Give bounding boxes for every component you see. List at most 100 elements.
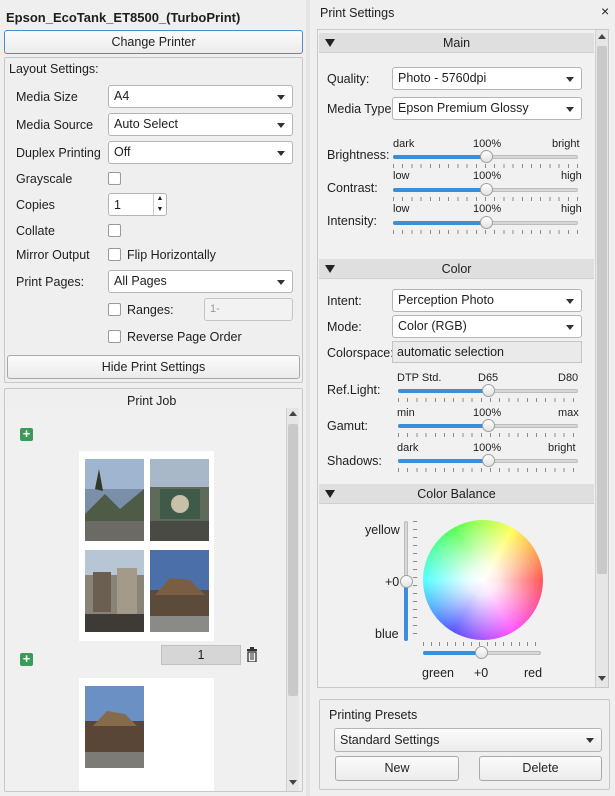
photo-thumbnail: [85, 550, 144, 632]
reverse-order-checkbox[interactable]: [108, 330, 121, 343]
ranges-checkbox[interactable]: [108, 303, 121, 316]
mode-select[interactable]: Color (RGB): [392, 315, 582, 338]
flip-horizontally-label[interactable]: Flip Horizontally: [127, 248, 216, 262]
page-thumbnail[interactable]: [79, 678, 214, 791]
printer-name: Epson_EcoTank_ET8500_(TurboPrint): [6, 10, 241, 25]
chevron-down-icon: [277, 123, 285, 128]
reflight-mid-label: D65: [478, 372, 499, 384]
media-size-select[interactable]: A4: [108, 85, 293, 108]
contrast-max-label: high: [561, 170, 582, 182]
grayscale-checkbox[interactable]: [108, 172, 121, 185]
delete-preset-button[interactable]: Delete: [479, 756, 602, 781]
ranges-input[interactable]: 1-: [204, 298, 293, 321]
shadows-min-label: dark: [397, 442, 419, 454]
layout-settings-header: Layout Settings:: [9, 62, 99, 76]
chevron-down-icon: [277, 151, 285, 156]
media-source-label: Media Source: [16, 118, 94, 132]
page-thumbnail[interactable]: [79, 451, 214, 641]
slider-handle[interactable]: [482, 384, 495, 397]
intensity-min-label: low: [393, 203, 410, 215]
settings-scrollbar[interactable]: [595, 30, 608, 687]
media-size-label: Media Size: [16, 90, 78, 104]
flip-horizontally-checkbox[interactable]: [108, 248, 121, 261]
print-job-list[interactable]: + 1 +: [6, 408, 285, 791]
photo-thumbnail: [85, 686, 144, 768]
spin-down-icon[interactable]: ▼: [153, 204, 166, 215]
page-copies-field[interactable]: 1: [161, 645, 241, 665]
collate-checkbox[interactable]: [108, 224, 121, 237]
slider-handle[interactable]: [479, 183, 493, 196]
scrollbar-thumb[interactable]: [288, 424, 298, 696]
scroll-down-icon[interactable]: [598, 676, 606, 681]
chevron-down-icon: [566, 107, 574, 112]
brightness-max-label: bright: [552, 138, 580, 150]
add-page-icon[interactable]: +: [20, 427, 33, 441]
yellow-label: yellow: [365, 523, 400, 537]
duplex-select[interactable]: Off: [108, 141, 293, 164]
spin-up-icon[interactable]: ▲: [153, 194, 166, 204]
mirror-output-label: Mirror Output: [16, 248, 90, 262]
color-section-header[interactable]: Color: [319, 259, 594, 279]
trash-icon[interactable]: [246, 647, 258, 662]
change-printer-button[interactable]: Change Printer: [4, 30, 303, 54]
print-pages-select[interactable]: All Pages: [108, 270, 293, 293]
slider-handle[interactable]: [482, 454, 495, 467]
quality-select[interactable]: Photo - 5760dpi: [392, 67, 582, 90]
new-preset-button[interactable]: New: [335, 756, 459, 781]
yellow-blue-slider[interactable]: [400, 521, 419, 641]
horizontal-zero-label: +0: [474, 666, 489, 680]
print-job-scrollbar[interactable]: [286, 408, 299, 791]
chevron-down-icon: [566, 299, 574, 304]
gamut-max-label: max: [558, 407, 579, 419]
slider-handle[interactable]: [475, 646, 488, 659]
slider-handle[interactable]: [479, 216, 493, 229]
media-source-select[interactable]: Auto Select: [108, 113, 293, 136]
scroll-up-icon[interactable]: [598, 34, 606, 39]
main-section-header[interactable]: Main: [319, 33, 594, 53]
intensity-mid-label: 100%: [473, 203, 502, 215]
intent-select[interactable]: Perception Photo: [392, 289, 582, 312]
scrollbar-thumb[interactable]: [597, 46, 607, 574]
shadows-mid-label: 100%: [473, 442, 502, 454]
grayscale-label: Grayscale: [16, 172, 73, 186]
add-page-icon[interactable]: +: [20, 652, 33, 666]
duplex-label: Duplex Printing: [16, 146, 101, 160]
colorspace-value: automatic selection: [397, 345, 505, 359]
chevron-down-icon: [586, 738, 594, 743]
intensity-slider[interactable]: [393, 216, 578, 236]
scroll-up-icon[interactable]: [289, 411, 297, 416]
chevron-down-icon: [566, 77, 574, 82]
ranges-label[interactable]: Ranges:: [127, 303, 174, 317]
contrast-min-label: low: [393, 170, 410, 182]
green-red-slider[interactable]: [423, 642, 541, 662]
brightness-slider[interactable]: [393, 150, 578, 170]
reflight-slider[interactable]: [398, 384, 578, 404]
media-type-select[interactable]: Epson Premium Glossy: [392, 97, 582, 120]
gamut-min-label: min: [397, 407, 415, 419]
color-balance-section-header[interactable]: Color Balance: [319, 484, 594, 504]
close-icon[interactable]: ×: [601, 3, 609, 19]
media-type-label: Media Type:: [327, 102, 395, 116]
copies-label: Copies: [16, 198, 55, 212]
gamut-slider[interactable]: [398, 419, 578, 439]
intensity-max-label: high: [561, 203, 582, 215]
hide-print-settings-button[interactable]: Hide Print Settings: [7, 355, 300, 379]
colorspace-field: automatic selection: [392, 341, 582, 363]
copies-spinbox[interactable]: 1 ▲ ▼: [108, 193, 167, 216]
scroll-down-icon[interactable]: [289, 780, 297, 785]
print-pages-label: Print Pages:: [16, 275, 85, 289]
slider-handle[interactable]: [482, 419, 495, 432]
slider-handle[interactable]: [400, 575, 413, 588]
color-wheel[interactable]: [423, 520, 543, 640]
gamut-mid-label: 100%: [473, 407, 502, 419]
shadows-slider[interactable]: [398, 454, 578, 474]
chevron-down-icon: [566, 325, 574, 330]
contrast-slider[interactable]: [393, 183, 578, 203]
slider-handle[interactable]: [479, 150, 493, 163]
blue-label: blue: [375, 627, 399, 641]
print-settings-title: Print Settings: [320, 6, 395, 20]
panel-splitter[interactable]: [306, 0, 310, 796]
presets-title: Printing Presets: [329, 708, 418, 722]
presets-select[interactable]: Standard Settings: [334, 728, 602, 752]
reverse-order-label[interactable]: Reverse Page Order: [127, 330, 242, 344]
